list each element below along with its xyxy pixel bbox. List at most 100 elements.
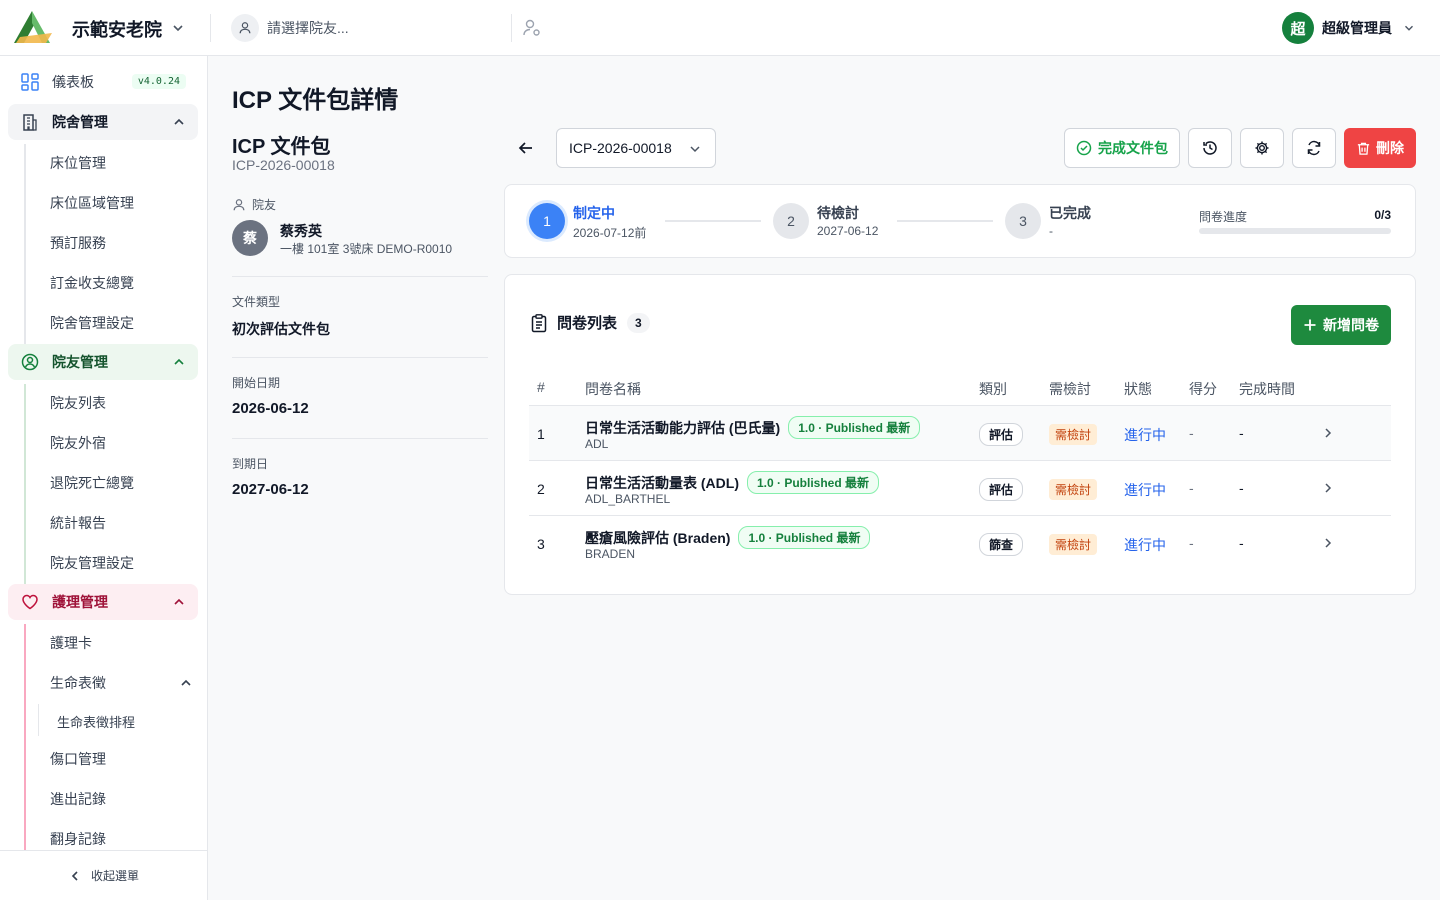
- doc-type-value: 初次評估文件包: [232, 321, 330, 337]
- chevron-right-icon[interactable]: [1321, 426, 1335, 440]
- resident-picker-placeholder: 請選擇院友...: [267, 20, 349, 36]
- chevron-left-icon: [71, 870, 78, 881]
- top-bar: 示範安老院 請選擇院友... 超 超級管理員: [0, 0, 1440, 56]
- questionnaire-header: 問卷列表 3: [529, 312, 650, 333]
- status-text: 進行中: [1124, 482, 1166, 498]
- version-badge: v4.0.24: [131, 74, 186, 89]
- row-index: 2: [537, 481, 545, 497]
- chevron-down-icon[interactable]: [170, 20, 186, 36]
- row-name: 日常生活活動能力評估 (巴氏量) 1.0 · Published 最新: [585, 416, 921, 439]
- add-questionnaire-button[interactable]: 新增問卷: [1291, 305, 1391, 345]
- column-header-category: 類別: [979, 381, 1007, 397]
- completed-time: -: [1239, 535, 1244, 551]
- sidebar-item-dashboard[interactable]: 儀表板 v4.0.24: [8, 64, 198, 100]
- package-select[interactable]: ICP-2026-00018: [556, 128, 716, 168]
- step-2-circle: 2: [773, 203, 809, 239]
- tree-line: [24, 384, 26, 584]
- sidebar-item-wound[interactable]: 傷口管理: [50, 749, 106, 769]
- package-select-value: ICP-2026-00018: [569, 140, 672, 156]
- sidebar-item-resident-leave[interactable]: 院友外宿: [50, 433, 106, 453]
- resident-picker[interactable]: 請選擇院友...: [231, 14, 511, 42]
- progress-label: 問卷進度: [1199, 210, 1248, 224]
- chevron-right-icon[interactable]: [1321, 481, 1335, 495]
- tree-line: [24, 624, 26, 850]
- collapse-menu-label: 收起選單: [90, 869, 139, 883]
- back-button[interactable]: [512, 134, 540, 162]
- step-1-sub: 2026-07-12前: [573, 226, 647, 240]
- sidebar-item-deposit[interactable]: 訂金收支總覽: [50, 273, 134, 293]
- step-3-circle: 3: [1005, 203, 1041, 239]
- complete-package-button[interactable]: 完成文件包: [1064, 128, 1180, 168]
- end-date-value: 2027-06-12: [232, 481, 309, 498]
- version-badge: 1.0 · Published 最新: [738, 526, 871, 549]
- sidebar-item-booking[interactable]: 預訂服務: [50, 233, 106, 253]
- sidebar-item-in-out[interactable]: 進出記錄: [50, 789, 106, 809]
- sidebar-item-bed-area[interactable]: 床位區域管理: [50, 193, 134, 213]
- sidebar-group-facility[interactable]: 院舍管理: [8, 104, 198, 140]
- user-name: 超級管理員: [1322, 20, 1392, 36]
- sidebar-group-resident[interactable]: 院友管理: [8, 344, 198, 380]
- sidebar-item-resident-list[interactable]: 院友列表: [50, 393, 106, 413]
- sidebar: 儀表板 v4.0.24 院舍管理 床位管理 床位區域管理 預訂服務 訂金收支總覽…: [0, 56, 208, 900]
- sidebar-item-vital-schedule[interactable]: 生命表徵排程: [57, 712, 135, 731]
- status-text: 進行中: [1124, 537, 1166, 553]
- questionnaire-count: 3: [627, 312, 650, 333]
- table-row[interactable]: 2 日常生活活動量表 (ADL) 1.0 · Published 最新 ADL_B…: [529, 460, 1391, 515]
- chevron-up-icon: [174, 118, 184, 125]
- resident-name[interactable]: 蔡秀英: [280, 221, 322, 241]
- add-questionnaire-label: 新增問卷: [1323, 317, 1379, 333]
- doc-type-label: 文件類型: [232, 295, 281, 309]
- review-badge: 需檢討: [1049, 424, 1098, 445]
- row-name-text: 壓瘡風險評估 (Braden): [585, 529, 731, 546]
- tree-line: [38, 704, 39, 736]
- chevron-right-icon[interactable]: [1321, 536, 1335, 550]
- settings-button[interactable]: [1240, 128, 1284, 168]
- step-2-sub: 2027-06-12: [817, 224, 879, 238]
- arrow-left-icon: [518, 142, 532, 154]
- start-date-value: 2026-06-12: [232, 400, 309, 417]
- sidebar-group-nursing[interactable]: 護理管理: [8, 584, 198, 620]
- sidebar-item-label: 儀表板: [52, 74, 94, 90]
- score-text: -: [1189, 425, 1194, 441]
- sidebar-item-resident-settings[interactable]: 院友管理設定: [50, 553, 134, 573]
- sidebar-group-label: 護理管理: [52, 594, 108, 610]
- step-3-sub: -: [1049, 224, 1053, 238]
- user-menu[interactable]: 超 超級管理員: [1282, 12, 1416, 44]
- collapse-menu-button[interactable]: 收起選單: [0, 850, 207, 900]
- row-index: 3: [537, 536, 545, 552]
- sidebar-item-statistics[interactable]: 統計報告: [50, 513, 106, 533]
- history-button[interactable]: [1188, 128, 1232, 168]
- heart-icon: [20, 592, 40, 612]
- user-settings-icon[interactable]: [522, 18, 542, 38]
- avatar: 超: [1282, 12, 1314, 44]
- table-row[interactable]: 1 日常生活活動能力評估 (巴氏量) 1.0 · Published 最新 ADL…: [529, 405, 1391, 460]
- row-code: BRADEN: [585, 547, 636, 561]
- review-badge: 需檢討: [1049, 479, 1098, 500]
- column-header-score: 得分: [1189, 381, 1217, 397]
- sidebar-item-facility-settings[interactable]: 院舍管理設定: [50, 313, 134, 333]
- sidebar-item-discharge[interactable]: 退院死亡總覽: [50, 473, 134, 493]
- chevron-up-icon: [174, 358, 184, 365]
- gear-icon: [1255, 141, 1269, 155]
- user-circle-icon: [20, 352, 40, 372]
- chevron-up-icon[interactable]: [179, 676, 193, 690]
- sidebar-item-bed[interactable]: 床位管理: [50, 153, 106, 173]
- resident-label: 院友: [232, 196, 276, 213]
- page-title: ICP 文件包詳情: [232, 87, 399, 114]
- history-icon: [1203, 141, 1217, 155]
- category-badge: 評估: [979, 478, 1024, 501]
- dashboard-icon: [20, 72, 40, 92]
- sidebar-group-label: 院友管理: [52, 354, 108, 370]
- complete-package-label: 完成文件包: [1098, 140, 1168, 156]
- sidebar-item-care-card[interactable]: 護理卡: [50, 633, 92, 653]
- table-row[interactable]: 3 壓瘡風險評估 (Braden) 1.0 · Published 最新 BRAD…: [529, 515, 1391, 570]
- delete-button[interactable]: 刪除: [1344, 128, 1416, 168]
- sidebar-item-vital-signs[interactable]: 生命表徵: [50, 673, 106, 693]
- progress-value: 0/3: [1374, 208, 1391, 222]
- sidebar-item-turning[interactable]: 翻身記錄: [50, 829, 106, 849]
- score-text: -: [1189, 535, 1194, 551]
- refresh-button[interactable]: [1292, 128, 1336, 168]
- chevron-up-icon: [174, 598, 184, 605]
- row-code: ADL: [585, 437, 609, 451]
- org-name[interactable]: 示範安老院: [72, 16, 162, 42]
